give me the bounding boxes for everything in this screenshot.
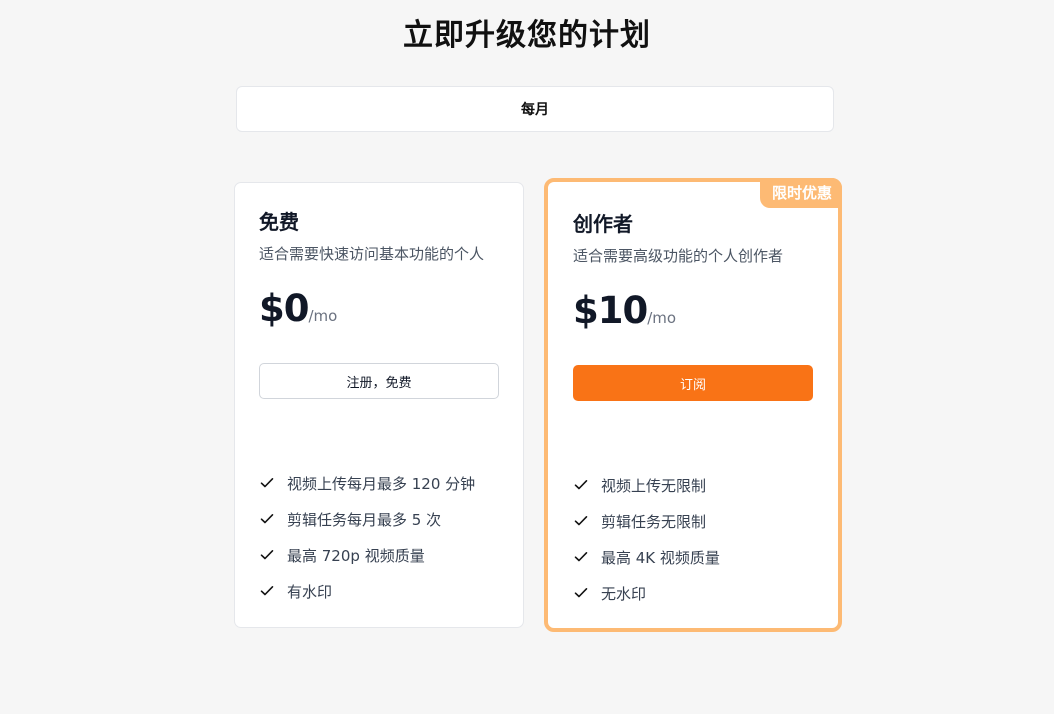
check-icon: [573, 585, 589, 601]
feature-text: 剪辑任务每月最多 5 次: [287, 510, 442, 529]
feature-text: 有水印: [287, 582, 333, 601]
feature-list: 视频上传无限制 剪辑任务无限制 最高 4K 视频质量 无水印: [573, 467, 828, 611]
price-row: $10 /mo: [573, 289, 813, 339]
plan-description: 适合需要高级功能的个人创作者: [573, 247, 784, 265]
check-icon: [259, 583, 275, 599]
feature-item: 最高 4K 视频质量: [573, 539, 828, 575]
plan-card-creator: 限时优惠 创作者 适合需要高级功能的个人创作者 $10 /mo 订阅 视频上传无…: [544, 178, 842, 632]
feature-text: 视频上传每月最多 120 分钟: [287, 474, 476, 493]
feature-item: 最高 720p 视频质量: [259, 537, 513, 573]
plan-period: /mo: [308, 307, 338, 325]
feature-text: 无水印: [601, 584, 647, 603]
feature-list: 视频上传每月最多 120 分钟 剪辑任务每月最多 5 次 最高 720p 视频质…: [259, 465, 513, 609]
signup-free-button[interactable]: 注册，免费: [259, 363, 499, 399]
plan-description: 适合需要快速访问基本功能的个人: [259, 245, 485, 263]
feature-text: 最高 4K 视频质量: [601, 548, 720, 567]
pricing-page: 立即升级您的计划 每月 免费 适合需要快速访问基本功能的个人 $0 /mo 注册…: [0, 0, 1054, 714]
page-title: 立即升级您的计划: [403, 18, 651, 53]
feature-item: 剪辑任务每月最多 5 次: [259, 501, 513, 537]
limited-offer-badge: 限时优惠: [759, 178, 842, 208]
check-icon: [259, 547, 275, 563]
plan-name: 免费: [259, 210, 299, 234]
billing-period-monthly[interactable]: 每月: [521, 99, 549, 119]
check-icon: [259, 511, 275, 527]
check-icon: [573, 477, 589, 493]
feature-text: 视频上传无限制: [601, 476, 707, 495]
subscribe-button[interactable]: 订阅: [573, 365, 813, 401]
feature-text: 最高 720p 视频质量: [287, 546, 425, 565]
price-row: $0 /mo: [259, 287, 499, 337]
feature-item: 剪辑任务无限制: [573, 503, 828, 539]
plan-price: $10: [573, 289, 648, 332]
plan-period: /mo: [647, 309, 677, 327]
feature-text: 剪辑任务无限制: [601, 512, 707, 531]
plan-card-free: 免费 适合需要快速访问基本功能的个人 $0 /mo 注册，免费 视频上传每月最多…: [234, 182, 524, 628]
check-icon: [259, 475, 275, 491]
billing-period-toggle[interactable]: 每月: [236, 86, 834, 132]
feature-item: 无水印: [573, 575, 828, 611]
check-icon: [573, 513, 589, 529]
feature-item: 有水印: [259, 573, 513, 609]
feature-item: 视频上传每月最多 120 分钟: [259, 465, 513, 501]
plan-name: 创作者: [573, 212, 633, 236]
check-icon: [573, 549, 589, 565]
plan-price: $0: [259, 287, 309, 330]
feature-item: 视频上传无限制: [573, 467, 828, 503]
